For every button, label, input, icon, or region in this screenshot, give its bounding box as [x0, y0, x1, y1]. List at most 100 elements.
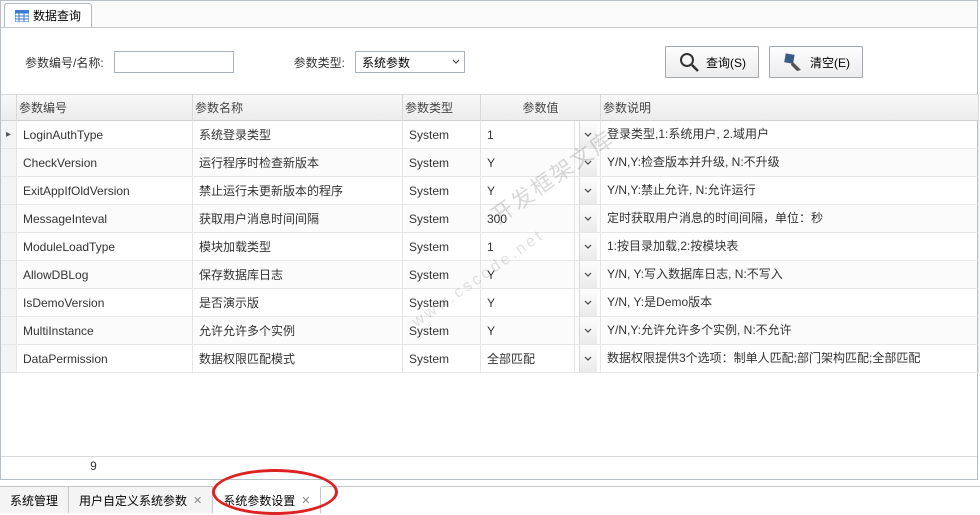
cell-value-dropdown[interactable]: [575, 149, 601, 177]
row-handle: [1, 233, 17, 261]
row-handle: ▸: [1, 121, 17, 149]
chevron-down-icon: [584, 159, 592, 167]
cell-type: System: [403, 289, 481, 317]
bottom-tab[interactable]: 系统参数设置✕: [213, 486, 321, 513]
chevron-down-icon: [584, 271, 592, 279]
filter-bar: 参数编号/名称: 参数类型: 系统参数 查询(S) 清空(E): [1, 28, 977, 94]
tab-label: 数据查询: [33, 7, 81, 24]
row-handle: [1, 177, 17, 205]
cell-value[interactable]: 1: [481, 233, 575, 261]
cell-type: System: [403, 121, 481, 149]
chevron-down-icon: [584, 187, 592, 195]
cell-value-dropdown[interactable]: [575, 205, 601, 233]
cell-type: System: [403, 317, 481, 345]
table-row[interactable]: DataPermission数据权限匹配模式System全部匹配数据权限提供3个…: [1, 345, 977, 373]
col-header-value[interactable]: 参数值: [481, 95, 601, 121]
table-row[interactable]: CheckVersion运行程序时检查新版本SystemYY/N,Y:检查版本并…: [1, 149, 977, 177]
cell-desc: Y/N,Y:允许允许多个实例, N:不允许: [601, 317, 979, 345]
table-row[interactable]: ▸LoginAuthType系统登录类型System1登录类型,1:系统用户, …: [1, 121, 977, 149]
cell-id: IsDemoVersion: [17, 289, 193, 317]
row-handle: [1, 261, 17, 289]
col-header-name[interactable]: 参数名称: [193, 95, 403, 121]
cell-name: 获取用户消息时间间隔: [193, 205, 403, 233]
bottom-tab-label: 用户自定义系统参数: [79, 492, 187, 509]
cell-type: System: [403, 261, 481, 289]
table-row[interactable]: ExitAppIfOldVersion禁止运行未更新版本的程序SystemYY/…: [1, 177, 977, 205]
close-icon[interactable]: ✕: [193, 494, 202, 507]
bottom-tab[interactable]: 用户自定义系统参数 ✕: [69, 487, 213, 513]
table-row[interactable]: IsDemoVersion是否演示版SystemYY/N, Y:是Demo版本: [1, 289, 977, 317]
cell-type: System: [403, 149, 481, 177]
cell-value-dropdown[interactable]: [575, 317, 601, 345]
table-row[interactable]: MultiInstance允许允许多个实例SystemY Y/N,Y:允许允许多个…: [1, 317, 977, 345]
filter-name-input[interactable]: [114, 51, 234, 73]
cell-name: 允许允许多个实例: [193, 317, 403, 345]
filter-type-value: 系统参数: [362, 54, 410, 71]
cell-type: System: [403, 205, 481, 233]
cell-desc: Y/N,Y:禁止允许, N:允许运行: [601, 177, 979, 205]
cell-value-dropdown[interactable]: [575, 233, 601, 261]
row-count-footer: 9: [1, 456, 977, 475]
cell-value-dropdown[interactable]: [575, 289, 601, 317]
cell-name: 保存数据库日志: [193, 261, 403, 289]
cell-value-dropdown[interactable]: [575, 121, 601, 149]
row-handle: [1, 317, 17, 345]
clear-button[interactable]: 清空(E): [769, 46, 863, 78]
cell-type: System: [403, 177, 481, 205]
chevron-down-icon: [584, 327, 592, 335]
filter-name-label: 参数编号/名称:: [25, 54, 104, 71]
cell-value-dropdown[interactable]: [575, 345, 601, 373]
row-handle: [1, 289, 17, 317]
filter-type-select[interactable]: 系统参数: [355, 51, 465, 73]
col-header-type[interactable]: 参数类型: [403, 95, 481, 121]
cell-name: 禁止运行未更新版本的程序: [193, 177, 403, 205]
cell-id: MultiInstance: [17, 317, 193, 345]
cell-type: System: [403, 345, 481, 373]
bottom-tab-bar: 系统管理用户自定义系统参数✕系统参数设置✕: [0, 486, 980, 513]
table-row[interactable]: AllowDBLog保存数据库日志SystemYY/N, Y:写入数据库日志, …: [1, 261, 977, 289]
clear-button-label: 清空(E): [810, 54, 850, 71]
grid-icon: [15, 10, 29, 22]
tab-data-query[interactable]: 数据查询: [4, 3, 92, 27]
col-header-desc[interactable]: 参数说明: [601, 95, 979, 121]
cell-desc: 数据权限提供3个选项：制单人匹配;部门架构匹配;全部匹配: [601, 345, 979, 373]
cell-value[interactable]: Y: [481, 149, 575, 177]
chevron-down-icon: [584, 215, 592, 223]
cell-value[interactable]: 300: [481, 205, 575, 233]
cell-desc: Y/N,Y:检查版本并升级, N:不升级: [601, 149, 979, 177]
cell-desc: Y/N, Y:是Demo版本: [601, 289, 979, 317]
row-count: 9: [1, 459, 186, 473]
cell-name: 运行程序时检查新版本: [193, 149, 403, 177]
chevron-down-icon: [584, 243, 592, 251]
table-row[interactable]: ModuleLoadType模块加载类型System11:按目录加载,2:按模块…: [1, 233, 977, 261]
cell-desc: 1:按目录加载,2:按模块表: [601, 233, 979, 261]
close-icon[interactable]: ✕: [301, 494, 310, 507]
cell-name: 数据权限匹配模式: [193, 345, 403, 373]
bottom-tab[interactable]: 系统管理: [0, 487, 69, 513]
cell-desc: 登录类型,1:系统用户, 2.域用户: [601, 121, 979, 149]
cell-value-dropdown[interactable]: [575, 261, 601, 289]
chevron-down-icon: [584, 299, 592, 307]
cell-id: AllowDBLog: [17, 261, 193, 289]
bottom-tab-label: 系统管理: [10, 492, 58, 509]
col-header-id[interactable]: 参数编号: [17, 95, 193, 121]
top-tab-bar: 数据查询: [1, 1, 977, 28]
cell-value-dropdown[interactable]: [575, 177, 601, 205]
cell-value[interactable]: 1: [481, 121, 575, 149]
chevron-down-icon: [584, 355, 592, 363]
cell-desc: 定时获取用户消息的时间间隔，单位：秒: [601, 205, 979, 233]
cell-type: System: [403, 233, 481, 261]
row-handle: [1, 205, 17, 233]
grid-body: ▸LoginAuthType系统登录类型System1登录类型,1:系统用户, …: [1, 121, 977, 373]
cell-id: DataPermission: [17, 345, 193, 373]
table-row[interactable]: MessageInteval获取用户消息时间间隔System300定时获取用户消…: [1, 205, 977, 233]
cell-value[interactable]: Y: [481, 261, 575, 289]
row-handle: [1, 345, 17, 373]
row-handle: [1, 149, 17, 177]
cell-value[interactable]: Y: [481, 177, 575, 205]
cell-value[interactable]: Y: [481, 317, 575, 345]
search-button[interactable]: 查询(S): [665, 46, 759, 78]
cell-value[interactable]: 全部匹配: [481, 345, 575, 373]
cell-id: ModuleLoadType: [17, 233, 193, 261]
cell-value[interactable]: Y: [481, 289, 575, 317]
